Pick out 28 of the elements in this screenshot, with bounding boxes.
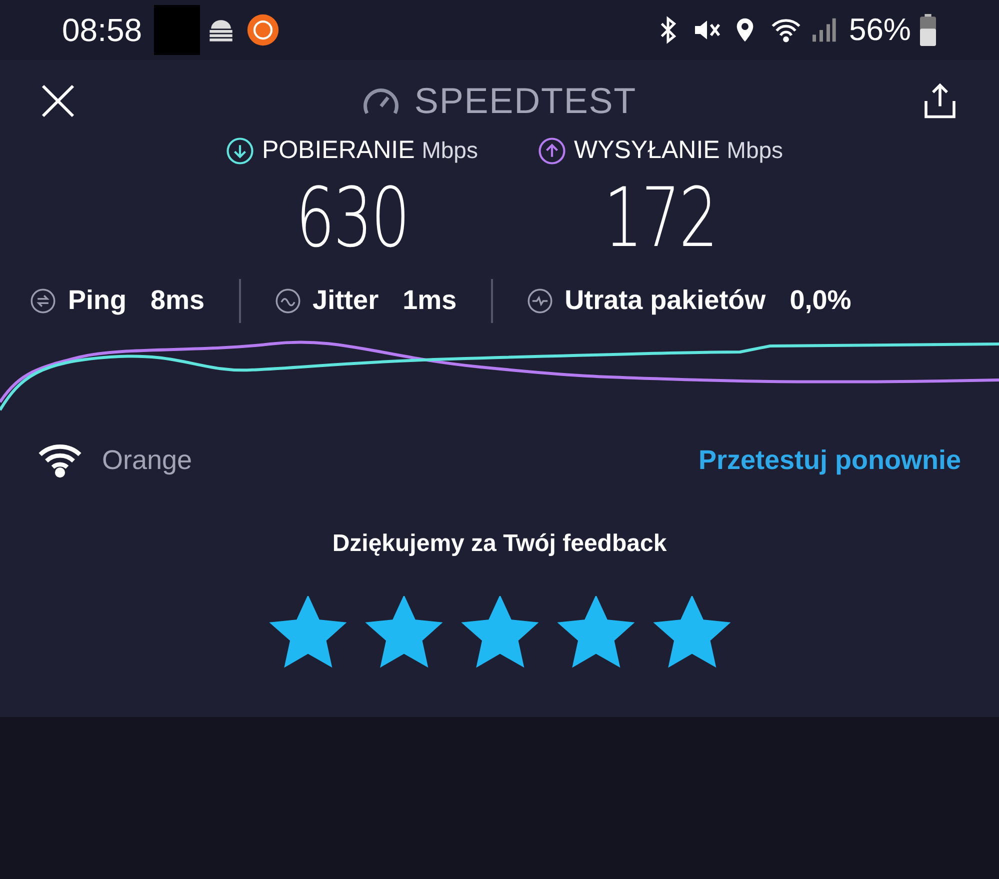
speed-label: WYSYŁANIE Mbps (574, 135, 784, 166)
wifi-icon (38, 442, 82, 478)
star-icon[interactable] (460, 596, 538, 668)
wave-circle-icon (274, 288, 301, 314)
metric-value: 1ms (402, 284, 457, 318)
battery-percent: 56% (848, 10, 911, 49)
battery-icon (919, 14, 937, 46)
arrows-circle-icon (30, 288, 56, 314)
metric-value: 0,0% (790, 284, 852, 318)
pulse-circle-icon (526, 288, 553, 314)
speed-value: 630 (296, 178, 408, 260)
star-icon[interactable] (556, 596, 634, 668)
speed-value: 172 (604, 178, 717, 260)
retest-link[interactable]: Przetestuj ponownie (698, 440, 961, 480)
metric-label: Jitter (312, 284, 379, 318)
feedback-title: Dziękujemy za Twój feedback (331, 529, 668, 559)
app-title: SPEEDTEST (414, 79, 637, 123)
redacted-block (154, 5, 200, 55)
star-icon[interactable] (364, 596, 442, 668)
speed-label: POBIERANIE Mbps (262, 135, 478, 166)
metric-label: Ping (68, 284, 126, 318)
metric-value: 8ms (150, 284, 205, 318)
star-icon[interactable] (652, 596, 730, 668)
clock-time: 08:58 (62, 11, 142, 50)
app-icon (246, 13, 280, 47)
network-name: Orange (102, 444, 192, 477)
star-icon[interactable] (268, 596, 346, 668)
metric-label: Utrata pakietów (564, 284, 766, 318)
